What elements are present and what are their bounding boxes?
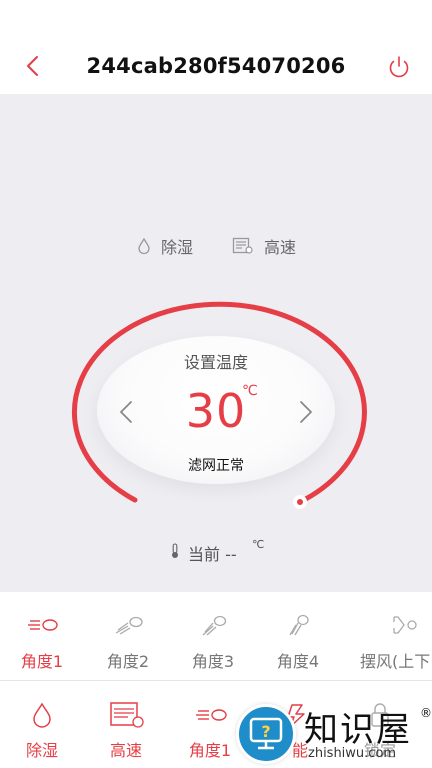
wind-option-angle-2[interactable]: 角度2: [86, 592, 170, 680]
wind-angle-2-icon: [115, 616, 143, 635]
watermark-registered-mark: ®: [420, 706, 432, 720]
water-drop-icon: [138, 238, 150, 254]
wind-option-angle-4[interactable]: 角度4: [256, 592, 340, 680]
wind-option-label: 角度2: [106, 652, 150, 671]
mode-indicator-speed: 高速: [232, 234, 296, 258]
temperature-unit: ℃: [242, 383, 258, 399]
set-temperature-label: 设置温度: [183, 353, 248, 372]
watermark-text: 知识屋: [304, 710, 412, 750]
wind-option-angle-3[interactable]: 角度3: [171, 592, 255, 680]
wind-option-angle-1[interactable]: 角度1: [0, 592, 84, 680]
watermark: ? 知识屋 ® zhishiwu.com: [232, 690, 432, 768]
wind-angle-1-icon: [28, 619, 58, 631]
device-title: 244cab280f54070206: [86, 54, 346, 78]
swing-icon: [393, 616, 417, 634]
dial-handle-dot: [297, 499, 303, 505]
wind-option-label: 摆风(上下: [360, 652, 431, 671]
function-dehumidify-button[interactable]: 除湿: [0, 681, 84, 768]
mode-label: 除湿: [161, 238, 194, 257]
thermometer-icon: [172, 543, 178, 558]
top-bar: 244cab280f54070206: [0, 0, 432, 94]
wind-direction-bar: 角度1 角度2 角度3 角度4 摆风(上下: [0, 592, 432, 680]
svg-text:?: ?: [261, 722, 270, 741]
mode-label: 高速: [264, 238, 297, 257]
current-temperature-label: 当前 --: [188, 545, 237, 564]
wind-option-label: 角度4: [276, 652, 320, 671]
water-drop-icon: [33, 702, 51, 728]
wind-option-label: 角度3: [191, 652, 235, 671]
filter-status: 滤网正常: [188, 458, 244, 474]
monitor-question-icon: ?: [249, 717, 283, 750]
fan-speed-icon: [232, 237, 253, 254]
current-temperature-unit: ℃: [252, 538, 265, 551]
function-label: 高速: [109, 741, 142, 760]
function-speed-button[interactable]: 高速: [84, 681, 168, 768]
set-temperature-value: 30: [185, 384, 247, 438]
mode-indicator-dehumidify: 除湿: [137, 234, 193, 258]
wind-option-swing[interactable]: 摆风(上下: [352, 592, 432, 680]
wind-angle-3-icon: [202, 615, 227, 636]
function-label: 除湿: [25, 741, 58, 760]
fan-speed-icon: [110, 702, 144, 728]
increase-temperature-icon[interactable]: [296, 398, 316, 426]
watermark-logo: ?: [236, 704, 296, 764]
mode-indicators: 除湿 高速: [0, 234, 432, 258]
power-icon[interactable]: [385, 53, 413, 81]
wind-angle-4-icon: [289, 614, 309, 636]
wind-option-label: 角度1: [20, 652, 64, 671]
watermark-domain: zhishiwu.com: [308, 746, 397, 761]
current-temperature: 当前 -- ℃: [0, 538, 432, 564]
